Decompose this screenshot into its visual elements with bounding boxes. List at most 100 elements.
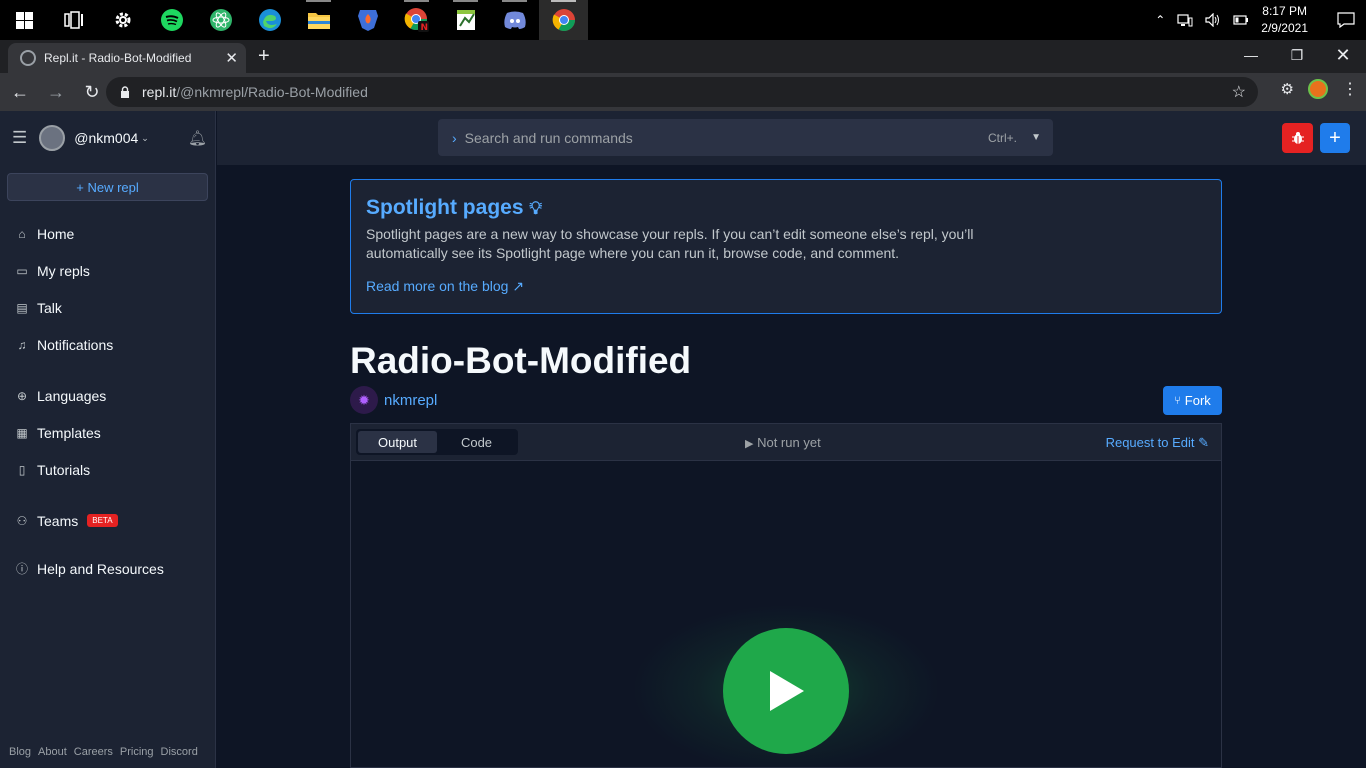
svg-text:N: N (420, 23, 428, 33)
shortcut-hint: Ctrl+. (987, 130, 1017, 145)
beta-badge: BETA (87, 514, 118, 527)
brave-browser-icon[interactable] (343, 0, 392, 40)
book-icon: ▯ (18, 462, 26, 477)
chrome-icon[interactable] (539, 0, 588, 40)
username[interactable]: @nkm004 (74, 130, 138, 146)
tab-title: Repl.it - Radio-Bot-Modified (44, 51, 192, 65)
spotlight-description: Spotlight pages are a new way to showcas… (366, 226, 974, 261)
forward-arrow-icon[interactable]: → (40, 76, 72, 108)
globe-icon: ⊕ (16, 388, 28, 403)
chevron-down-icon[interactable]: ⌄ (141, 133, 149, 144)
home-icon: ⌂ (18, 226, 26, 241)
templates-icon: ▦ (16, 425, 28, 440)
fork-label: Fork (1184, 393, 1211, 408)
owner-name[interactable]: nkmrepl (384, 392, 437, 409)
spotify-icon[interactable] (147, 0, 196, 40)
browser-toolbar: ← → ↻ repl.it /@nkmrepl/Radio-Bot-Modifi… (0, 73, 1366, 111)
tab-output[interactable]: Output (358, 431, 437, 453)
command-search-placeholder: Search and run commands (464, 129, 633, 146)
owner-avatar[interactable]: ✹ (350, 386, 378, 414)
footer-link-blog[interactable]: Blog (9, 746, 31, 758)
settings-gear-icon[interactable] (98, 0, 147, 40)
command-search-input[interactable]: › Search and run commands Ctrl+. ▼ (438, 119, 1053, 156)
sidebar-item-label: Home (37, 225, 75, 242)
chevron-up-icon[interactable]: ⌃ (1155, 13, 1165, 27)
back-arrow-icon[interactable]: ← (4, 76, 36, 108)
browser-tab-strip: Repl.it - Radio-Bot-Modified ✕ + — ❐ ✕ (0, 40, 1366, 73)
address-bar[interactable]: repl.it /@nkmrepl/Radio-Bot-Modified ☆ (106, 77, 1258, 107)
sidebar-item-home[interactable]: ⌂ Home (0, 215, 215, 252)
spotlight-banner: Spotlight pages 💡︎ Spotlight pages are a… (350, 179, 1222, 314)
profile-avatar-icon[interactable] (1308, 79, 1328, 99)
task-view-icon[interactable] (49, 0, 98, 40)
create-repl-plus-button[interactable]: + (1320, 123, 1350, 153)
chrome-profile-n-icon[interactable]: N (392, 0, 441, 40)
footer-link-careers[interactable]: Careers (74, 746, 113, 758)
sidebar-item-notifications[interactable]: ♫ Notifications (0, 326, 215, 363)
footer-link-discord[interactable]: Discord (161, 746, 198, 758)
chevron-down-icon[interactable]: ▼ (1031, 132, 1041, 143)
talk-icon: ▤ (16, 300, 28, 315)
folder-icon: ▭ (16, 263, 28, 278)
bell-icon: ♫ (17, 337, 27, 352)
sidebar-item-tutorials[interactable]: ▯ Tutorials (0, 451, 215, 488)
report-bug-button[interactable] (1282, 123, 1313, 153)
teams-icon: ⚇ (16, 513, 28, 528)
new-repl-button[interactable]: + New repl (7, 173, 208, 201)
fork-icon: ⑂ (1174, 394, 1181, 407)
sidebar-item-teams[interactable]: ⚇ Teams BETA (0, 502, 215, 539)
windows-start-icon[interactable] (0, 0, 49, 40)
lock-icon (121, 86, 129, 98)
replit-topbar: › Search and run commands Ctrl+. ▼ + (217, 111, 1366, 165)
action-center-icon[interactable] (1326, 12, 1366, 28)
windows-taskbar: N ⌃ 8:17 PM 2/9/2021 (0, 0, 1366, 40)
close-window-icon[interactable]: ✕ (1320, 40, 1366, 70)
tab-code[interactable]: Code (437, 431, 516, 453)
sidebar-item-templates[interactable]: ▦ Templates (0, 414, 215, 451)
minimize-icon[interactable]: — (1228, 40, 1274, 70)
repl-owner[interactable]: ✹ nkmrepl (350, 386, 437, 414)
sidebar-item-help[interactable]: ⓘ Help and Resources (0, 550, 215, 587)
sidebar-item-talk[interactable]: ▤ Talk (0, 289, 215, 326)
avatar[interactable] (39, 125, 66, 151)
spotlight-title-text: Spotlight pages (366, 196, 524, 219)
discord-icon[interactable] (490, 0, 539, 40)
fork-button[interactable]: ⑂ Fork (1163, 386, 1222, 415)
electron-app-icon[interactable] (196, 0, 245, 40)
extensions-puzzle-icon[interactable]: ⚙ (1281, 80, 1294, 98)
repl-output-panel: Output Code ▶ Not run yet Request to Edi… (350, 423, 1222, 768)
reload-icon[interactable]: ↻ (76, 76, 108, 108)
network-icon[interactable] (1177, 13, 1193, 27)
replit-sidebar: ☰ @nkm004 ⌄ 🔔︎ + New repl ⌂ Home ▭ My repl… (0, 111, 216, 768)
pencil-icon: ✎ (1198, 435, 1209, 450)
sidebar-item-label: My repls (37, 262, 90, 279)
footer-link-about[interactable]: About (38, 746, 67, 758)
notepad-icon[interactable] (441, 0, 490, 40)
sidebar-item-languages[interactable]: ⊕ Languages (0, 377, 215, 414)
volume-icon[interactable] (1205, 13, 1221, 27)
chrome-menu-icon[interactable]: ⋮ (1342, 79, 1358, 99)
battery-icon[interactable] (1233, 15, 1249, 25)
footer-link-pricing[interactable]: Pricing (120, 746, 154, 758)
hamburger-menu-icon[interactable]: ☰ (12, 128, 27, 148)
close-tab-icon[interactable]: ✕ (225, 49, 238, 67)
edge-icon[interactable] (245, 0, 294, 40)
output-code-toggle: Output Code (356, 429, 518, 455)
browser-tab[interactable]: Repl.it - Radio-Bot-Modified ✕ (8, 43, 246, 73)
star-icon[interactable]: ☆ (1232, 82, 1246, 102)
sidebar-item-my-repls[interactable]: ▭ My repls (0, 252, 215, 289)
sidebar-item-label: Notifications (37, 336, 114, 353)
panel-header: Output Code ▶ Not run yet Request to Edi… (351, 424, 1221, 461)
file-explorer-icon[interactable] (294, 0, 343, 40)
restore-icon[interactable]: ❐ (1274, 40, 1320, 70)
url-host: repl.it (142, 84, 177, 100)
run-play-button[interactable] (723, 628, 849, 754)
clock-date: 2/9/2021 (1261, 21, 1308, 35)
notifications-bell-icon[interactable]: 🔔︎ (188, 129, 207, 147)
request-to-edit-link[interactable]: Request to Edit ✎ (1106, 435, 1209, 451)
new-tab-button[interactable]: + (258, 45, 270, 68)
read-more-link[interactable]: Read more on the blog ↗ (366, 278, 1206, 295)
system-clock[interactable]: 8:17 PM 2/9/2021 (1261, 3, 1308, 37)
run-status-text: Not run yet (757, 435, 821, 450)
play-small-icon: ▶ (745, 438, 754, 450)
